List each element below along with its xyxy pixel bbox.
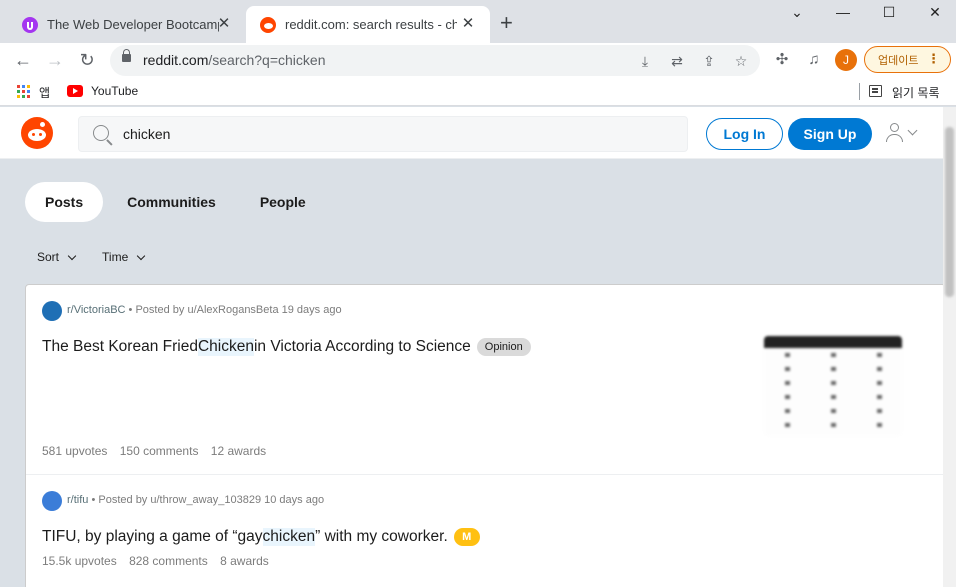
tab-people[interactable]: People — [240, 182, 326, 222]
subreddit-link[interactable]: r/tifu — [67, 494, 88, 506]
more-menu-icon[interactable]: ⋮ — [927, 51, 940, 67]
reddit-search-box[interactable] — [78, 116, 688, 152]
reddit-page: Log In Sign Up Posts Communities People … — [0, 107, 943, 587]
extensions-icon[interactable]: ✣ — [772, 50, 792, 70]
chevron-down-icon — [67, 251, 77, 260]
result-filters: Sort Time — [37, 250, 171, 264]
chevron-down-icon — [907, 125, 918, 136]
browser-tab-udemy[interactable]: The Web Developer Bootcamp 2 ✕ — [12, 6, 246, 43]
browser-toolbar: ← → ↻ reddit.com/search?q=chicken ⤓ ⇄ ⇪ … — [0, 43, 956, 78]
user-menu-button[interactable] — [884, 122, 924, 146]
upvote-count: 15.5k upvotes — [42, 554, 117, 568]
apps-grid-icon[interactable] — [17, 85, 30, 98]
url-text[interactable]: reddit.com/search?q=chicken — [143, 52, 326, 68]
post-stats: 15.5k upvotes 828 comments 8 awards — [42, 554, 278, 568]
sort-dropdown[interactable]: Sort — [37, 250, 77, 264]
udemy-icon — [22, 16, 38, 33]
chevron-down-icon[interactable]: ⌄ — [774, 4, 820, 24]
tab-title: reddit.com: search results - chic — [285, 17, 457, 32]
window-close-button[interactable]: ✕ — [912, 4, 956, 24]
close-icon[interactable]: ✕ — [216, 16, 232, 32]
bookmark-apps[interactable]: 앱 — [39, 84, 50, 101]
search-results-list: r/VictoriaBC • Posted by u/AlexRogansBet… — [25, 284, 943, 587]
media-control-icon[interactable]: ♫ — [804, 50, 824, 70]
subreddit-link[interactable]: r/VictoriaBC — [67, 304, 125, 316]
close-icon[interactable]: ✕ — [460, 16, 476, 32]
award-count: 8 awards — [220, 554, 269, 568]
post-stats: 581 upvotes 150 comments 12 awards — [42, 444, 275, 458]
reading-list-icon[interactable] — [869, 85, 882, 97]
address-bar[interactable]: reddit.com/search?q=chicken ⤓ ⇄ ⇪ ☆ — [110, 45, 760, 76]
scrollbar-thumb[interactable] — [945, 127, 954, 297]
time-label: Time — [102, 250, 129, 264]
update-label: 업데이트 — [878, 54, 919, 67]
award-count: 12 awards — [210, 444, 267, 458]
tab-posts[interactable]: Posts — [25, 182, 104, 222]
post-title[interactable]: The Best Korean Fried Chicken in Victori… — [42, 338, 531, 356]
bookmark-youtube[interactable]: YouTube — [91, 84, 138, 98]
browser-tab-reddit[interactable]: reddit.com: search results - chic ✕ — [246, 6, 490, 43]
search-input[interactable] — [123, 126, 623, 142]
post-card[interactable]: r/tifu • Posted by u/throw_away_103829 1… — [26, 475, 943, 587]
post-title[interactable]: TIFU, by playing a game of “gay chicken”… — [42, 528, 480, 546]
bookmarks-divider — [859, 83, 860, 100]
post-meta: r/VictoriaBC • Posted by u/AlexRogansBet… — [67, 304, 342, 316]
profile-avatar[interactable]: J — [835, 49, 857, 71]
user-icon — [890, 123, 899, 132]
chevron-down-icon — [137, 251, 146, 260]
search-result-tabs: Posts Communities People — [25, 182, 330, 222]
posted-by[interactable]: Posted by u/AlexRogansBeta — [135, 304, 278, 316]
sort-label: Sort — [37, 250, 60, 264]
bookmarks-bar: 앱 YouTube 읽기 목록 — [0, 78, 956, 106]
forward-icon[interactable]: → — [43, 48, 67, 72]
page-scrollbar[interactable] — [943, 107, 956, 587]
reload-icon[interactable]: ↻ — [75, 48, 99, 72]
login-button[interactable]: Log In — [706, 118, 783, 150]
subreddit-icon[interactable] — [42, 491, 62, 511]
reddit-header: Log In Sign Up — [0, 107, 943, 159]
back-icon[interactable]: ← — [11, 48, 35, 72]
reddit-logo-icon[interactable] — [21, 117, 53, 149]
post-thumbnail[interactable] — [764, 336, 902, 436]
reddit-icon — [260, 16, 276, 33]
signup-button[interactable]: Sign Up — [788, 118, 872, 150]
lock-icon[interactable] — [122, 49, 131, 62]
bookmark-star-icon[interactable]: ☆ — [732, 52, 750, 70]
maximize-button[interactable]: ☐ — [866, 4, 912, 24]
post-time: 10 days ago — [264, 494, 325, 506]
search-icon — [93, 125, 109, 141]
tab-title: The Web Developer Bootcamp 2 — [47, 17, 219, 32]
time-dropdown[interactable]: Time — [102, 250, 146, 264]
new-tab-button[interactable]: + — [500, 12, 513, 34]
subreddit-icon[interactable] — [42, 301, 62, 321]
post-time: 19 days ago — [281, 304, 342, 316]
post-meta: r/tifu • Posted by u/throw_away_103829 1… — [67, 494, 325, 506]
post-flair[interactable]: Opinion — [476, 338, 531, 356]
update-button[interactable]: 업데이트 ⋮ — [864, 46, 951, 73]
install-icon[interactable]: ⤓ — [636, 52, 654, 70]
reading-list-button[interactable]: 읽기 목록 — [892, 84, 940, 101]
post-card[interactable]: r/VictoriaBC • Posted by u/AlexRogansBet… — [26, 285, 943, 475]
browser-tabstrip: The Web Developer Bootcamp 2 ✕ reddit.co… — [0, 0, 956, 43]
search-highlight: chicken — [262, 528, 316, 546]
upvote-count: 581 upvotes — [42, 444, 108, 458]
posted-by[interactable]: Posted by u/throw_away_103829 — [98, 494, 261, 506]
tab-communities[interactable]: Communities — [107, 182, 236, 222]
mod-badge: M — [453, 528, 480, 546]
youtube-icon[interactable] — [67, 85, 83, 97]
share-icon[interactable]: ⇪ — [700, 52, 718, 70]
search-highlight: Chicken — [197, 338, 254, 356]
translate-icon[interactable]: ⇄ — [668, 52, 686, 70]
comment-count[interactable]: 150 comments — [120, 444, 199, 458]
comment-count[interactable]: 828 comments — [129, 554, 208, 568]
minimize-button[interactable]: — — [820, 4, 866, 24]
